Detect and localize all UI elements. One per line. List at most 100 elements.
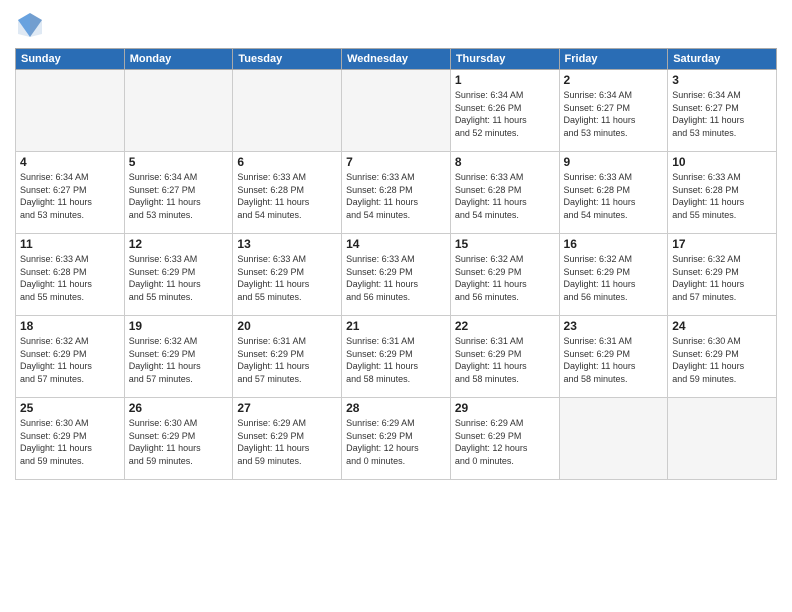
calendar-cell: 13 Sunrise: 6:33 AM Sunset: 6:29 PM Dayli… (233, 234, 342, 316)
calendar-cell: 20 Sunrise: 6:31 AM Sunset: 6:29 PM Dayli… (233, 316, 342, 398)
day-number: 8 (455, 155, 555, 169)
day-info: Sunrise: 6:29 AM Sunset: 6:29 PM Dayligh… (455, 417, 555, 467)
weekday-header-monday: Monday (124, 49, 233, 70)
calendar-cell: 29Sunrise: 6:29 AM Sunset: 6:29 PM Dayli… (450, 398, 559, 480)
day-info: Sunrise: 6:33 AM Sunset: 6:28 PM Dayligh… (455, 171, 555, 221)
day-number: 23 (564, 319, 664, 333)
calendar-cell: 17 Sunrise: 6:32 AM Sunset: 6:29 PM Dayli… (668, 234, 777, 316)
calendar-cell: 9 Sunrise: 6:33 AM Sunset: 6:28 PM Daylig… (559, 152, 668, 234)
calendar-cell (16, 70, 125, 152)
day-number: 21 (346, 319, 446, 333)
day-number: 12 (129, 237, 229, 251)
day-info: Sunrise: 6:32 AM Sunset: 6:29 PM Dayligh… (672, 253, 772, 303)
day-number: 16 (564, 237, 664, 251)
day-number: 18 (20, 319, 120, 333)
weekday-header-wednesday: Wednesday (342, 49, 451, 70)
calendar-cell (668, 398, 777, 480)
day-info: Sunrise: 6:33 AM Sunset: 6:28 PM Dayligh… (564, 171, 664, 221)
calendar-cell: 12 Sunrise: 6:33 AM Sunset: 6:29 PM Dayli… (124, 234, 233, 316)
week-row-0: 1 Sunrise: 6:34 AM Sunset: 6:26 PM Daylig… (16, 70, 777, 152)
day-number: 3 (672, 73, 772, 87)
day-number: 13 (237, 237, 337, 251)
weekday-header-thursday: Thursday (450, 49, 559, 70)
day-number: 9 (564, 155, 664, 169)
day-number: 19 (129, 319, 229, 333)
calendar: SundayMondayTuesdayWednesdayThursdayFrid… (15, 48, 777, 480)
weekday-header-row: SundayMondayTuesdayWednesdayThursdayFrid… (16, 49, 777, 70)
day-info: Sunrise: 6:31 AM Sunset: 6:29 PM Dayligh… (346, 335, 446, 385)
day-info: Sunrise: 6:29 AM Sunset: 6:29 PM Dayligh… (346, 417, 446, 467)
day-info: Sunrise: 6:32 AM Sunset: 6:29 PM Dayligh… (129, 335, 229, 385)
calendar-cell: 7 Sunrise: 6:33 AM Sunset: 6:28 PM Daylig… (342, 152, 451, 234)
day-info: Sunrise: 6:33 AM Sunset: 6:29 PM Dayligh… (237, 253, 337, 303)
day-info: Sunrise: 6:34 AM Sunset: 6:27 PM Dayligh… (129, 171, 229, 221)
day-number: 26 (129, 401, 229, 415)
day-info: Sunrise: 6:30 AM Sunset: 6:29 PM Dayligh… (20, 417, 120, 467)
weekday-header-saturday: Saturday (668, 49, 777, 70)
day-info: Sunrise: 6:31 AM Sunset: 6:29 PM Dayligh… (237, 335, 337, 385)
calendar-cell: 24 Sunrise: 6:30 AM Sunset: 6:29 PM Dayli… (668, 316, 777, 398)
day-number: 11 (20, 237, 120, 251)
day-info: Sunrise: 6:31 AM Sunset: 6:29 PM Dayligh… (564, 335, 664, 385)
calendar-cell: 22 Sunrise: 6:31 AM Sunset: 6:29 PM Dayli… (450, 316, 559, 398)
day-info: Sunrise: 6:33 AM Sunset: 6:28 PM Dayligh… (672, 171, 772, 221)
calendar-cell (559, 398, 668, 480)
calendar-cell: 14 Sunrise: 6:33 AM Sunset: 6:29 PM Dayli… (342, 234, 451, 316)
calendar-cell: 16 Sunrise: 6:32 AM Sunset: 6:29 PM Dayli… (559, 234, 668, 316)
day-number: 10 (672, 155, 772, 169)
calendar-cell: 6Sunrise: 6:33 AM Sunset: 6:28 PM Daylig… (233, 152, 342, 234)
day-info: Sunrise: 6:33 AM Sunset: 6:28 PM Dayligh… (346, 171, 446, 221)
week-row-4: 25Sunrise: 6:30 AM Sunset: 6:29 PM Dayli… (16, 398, 777, 480)
calendar-cell: 26Sunrise: 6:30 AM Sunset: 6:29 PM Dayli… (124, 398, 233, 480)
day-number: 5 (129, 155, 229, 169)
weekday-header-sunday: Sunday (16, 49, 125, 70)
day-number: 22 (455, 319, 555, 333)
weekday-header-tuesday: Tuesday (233, 49, 342, 70)
calendar-cell: 10 Sunrise: 6:33 AM Sunset: 6:28 PM Dayli… (668, 152, 777, 234)
calendar-cell (342, 70, 451, 152)
week-row-1: 4 Sunrise: 6:34 AM Sunset: 6:27 PM Daylig… (16, 152, 777, 234)
day-info: Sunrise: 6:33 AM Sunset: 6:29 PM Dayligh… (129, 253, 229, 303)
day-number: 14 (346, 237, 446, 251)
calendar-cell: 1 Sunrise: 6:34 AM Sunset: 6:26 PM Daylig… (450, 70, 559, 152)
day-info: Sunrise: 6:31 AM Sunset: 6:29 PM Dayligh… (455, 335, 555, 385)
day-number: 24 (672, 319, 772, 333)
day-number: 4 (20, 155, 120, 169)
calendar-cell: 3 Sunrise: 6:34 AM Sunset: 6:27 PM Daylig… (668, 70, 777, 152)
calendar-cell: 21 Sunrise: 6:31 AM Sunset: 6:29 PM Dayli… (342, 316, 451, 398)
weekday-header-friday: Friday (559, 49, 668, 70)
day-number: 17 (672, 237, 772, 251)
logo (15, 10, 49, 40)
day-info: Sunrise: 6:32 AM Sunset: 6:29 PM Dayligh… (564, 253, 664, 303)
calendar-cell: 11 Sunrise: 6:33 AM Sunset: 6:28 PM Dayli… (16, 234, 125, 316)
calendar-cell: 27 Sunrise: 6:29 AM Sunset: 6:29 PM Dayli… (233, 398, 342, 480)
day-number: 7 (346, 155, 446, 169)
day-number: 27 (237, 401, 337, 415)
calendar-cell: 18Sunrise: 6:32 AM Sunset: 6:29 PM Dayli… (16, 316, 125, 398)
logo-icon (15, 10, 45, 40)
day-info: Sunrise: 6:29 AM Sunset: 6:29 PM Dayligh… (237, 417, 337, 467)
calendar-cell: 25Sunrise: 6:30 AM Sunset: 6:29 PM Dayli… (16, 398, 125, 480)
day-info: Sunrise: 6:34 AM Sunset: 6:26 PM Dayligh… (455, 89, 555, 139)
day-info: Sunrise: 6:34 AM Sunset: 6:27 PM Dayligh… (564, 89, 664, 139)
header (15, 10, 777, 40)
calendar-cell: 23 Sunrise: 6:31 AM Sunset: 6:29 PM Dayli… (559, 316, 668, 398)
day-number: 2 (564, 73, 664, 87)
calendar-cell: 4 Sunrise: 6:34 AM Sunset: 6:27 PM Daylig… (16, 152, 125, 234)
day-info: Sunrise: 6:34 AM Sunset: 6:27 PM Dayligh… (20, 171, 120, 221)
day-number: 15 (455, 237, 555, 251)
day-number: 28 (346, 401, 446, 415)
calendar-cell: 28 Sunrise: 6:29 AM Sunset: 6:29 PM Dayli… (342, 398, 451, 480)
day-info: Sunrise: 6:33 AM Sunset: 6:29 PM Dayligh… (346, 253, 446, 303)
day-info: Sunrise: 6:30 AM Sunset: 6:29 PM Dayligh… (672, 335, 772, 385)
day-info: Sunrise: 6:33 AM Sunset: 6:28 PM Dayligh… (20, 253, 120, 303)
week-row-3: 18 Sunrise: 6:32 AM Sunset: 6:29 PM Dayli… (16, 316, 777, 398)
day-info: Sunrise: 6:32 AM Sunset: 6:29 PM Dayligh… (455, 253, 555, 303)
calendar-cell: 2 Sunrise: 6:34 AM Sunset: 6:27 PM Daylig… (559, 70, 668, 152)
calendar-cell: 8 Sunrise: 6:33 AM Sunset: 6:28 PM Daylig… (450, 152, 559, 234)
day-number: 20 (237, 319, 337, 333)
calendar-cell: 19 Sunrise: 6:32 AM Sunset: 6:29 PM Dayli… (124, 316, 233, 398)
week-row-2: 11 Sunrise: 6:33 AM Sunset: 6:28 PM Dayli… (16, 234, 777, 316)
day-number: 1 (455, 73, 555, 87)
day-info: Sunrise: 6:34 AM Sunset: 6:27 PM Dayligh… (672, 89, 772, 139)
